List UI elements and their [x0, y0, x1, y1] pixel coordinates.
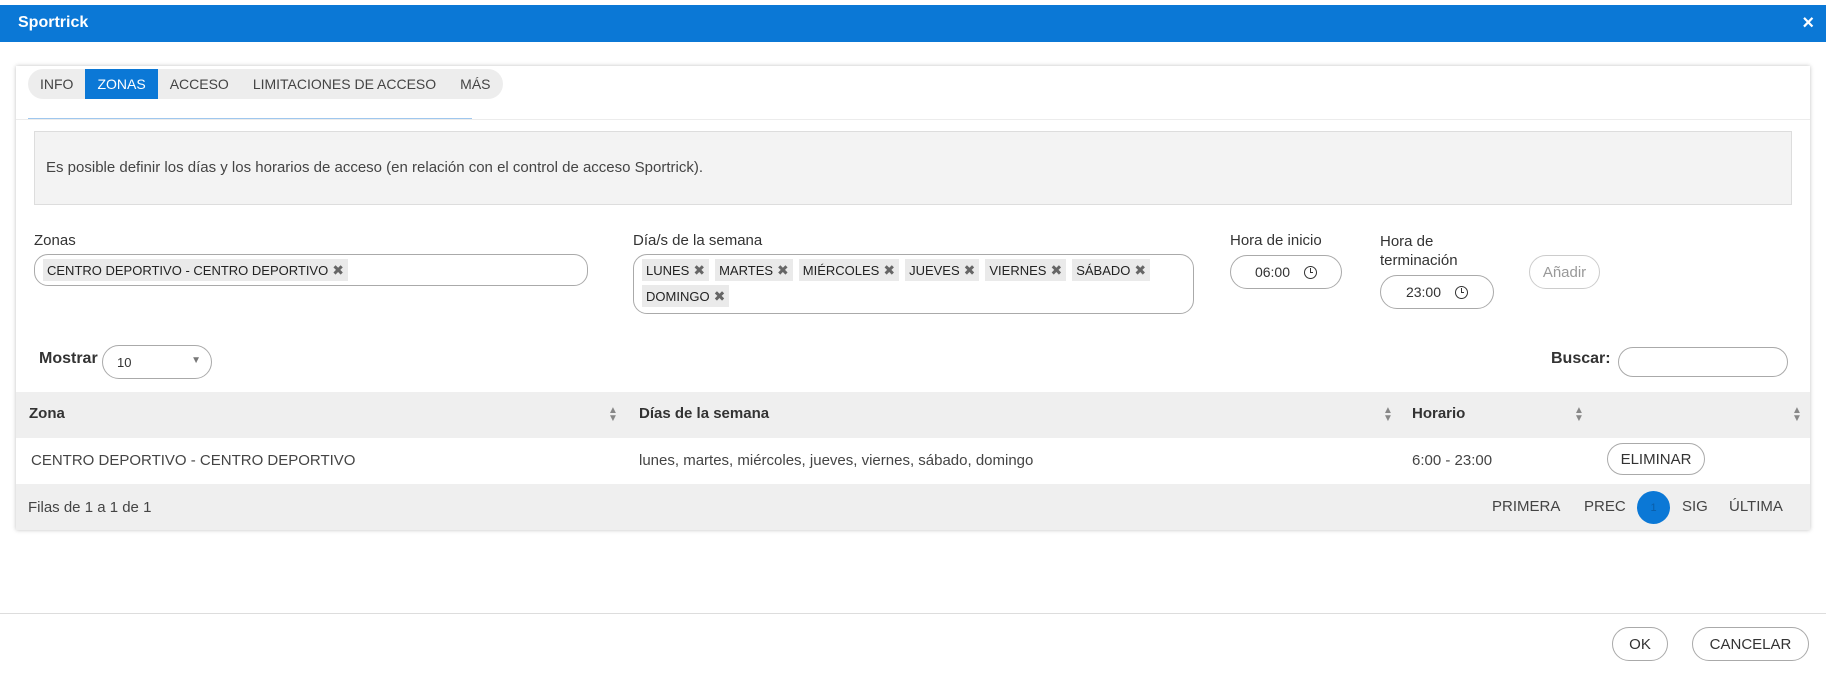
dropdown-arrow-icon: ▼	[191, 355, 201, 366]
search-input[interactable]	[1618, 347, 1788, 377]
ok-button[interactable]: OK	[1612, 627, 1668, 661]
zones-panel: INFO ZONAS ACCESO LIMITACIONES DE ACCESO…	[16, 66, 1810, 530]
hora-fin-value: 23:00	[1405, 284, 1442, 300]
table-header: Zona ▲ ▼ Días de la semana ▲ ▼ Horario ▲ ▼ …	[16, 392, 1810, 438]
clock-icon[interactable]	[1455, 285, 1469, 299]
pagination-next[interactable]: SIG	[1682, 498, 1708, 515]
cell-dias: lunes, martes, miércoles, jueves, vierne…	[639, 452, 1034, 469]
tab-divider	[16, 119, 1810, 120]
tab-bar: INFO ZONAS ACCESO LIMITACIONES DE ACCESO…	[28, 69, 503, 99]
footer-divider	[0, 613, 1826, 614]
table-footer: Filas de 1 a 1 de 1 PRIMERA PREC 1 SIG Ú…	[16, 484, 1810, 530]
info-message: Es posible definir los días y los horari…	[34, 131, 1792, 205]
pagination-last[interactable]: ÚLTIMA	[1729, 498, 1783, 515]
table-row: CENTRO DEPORTIVO - CENTRO DEPORTIVO lune…	[16, 438, 1810, 484]
cell-zona: CENTRO DEPORTIVO - CENTRO DEPORTIVO	[31, 452, 356, 469]
dia-chip-label: LUNES	[646, 262, 690, 278]
delete-button[interactable]: ELIMINAR	[1607, 443, 1705, 475]
dia-chip-label: MIÉRCOLES	[802, 262, 880, 278]
hora-inicio-label: Hora de inicio	[1230, 232, 1322, 249]
pagination-prev[interactable]: PREC	[1584, 498, 1626, 515]
dia-chip: MARTES ✖	[715, 259, 793, 281]
zonas-label: Zonas	[34, 232, 76, 249]
sort-icon[interactable]: ▲ ▼	[608, 406, 618, 424]
pagination-current[interactable]: 1	[1637, 491, 1670, 524]
remove-chip-icon[interactable]: ✖	[332, 262, 344, 279]
dia-chip: MIÉRCOLES ✖	[798, 259, 900, 281]
dia-chip-label: MARTES	[719, 262, 774, 278]
remove-chip-icon[interactable]: ✖	[714, 288, 726, 305]
hora-fin-label-line1: Hora de	[1380, 233, 1434, 250]
hora-inicio-input[interactable]: 06:00	[1230, 255, 1342, 289]
tab-underline	[28, 118, 472, 119]
dialog-titlebar: Sportrick ×	[0, 5, 1826, 42]
hora-fin-label: Hora de terminación	[1380, 232, 1458, 270]
tab-acceso[interactable]: ACCESO	[158, 69, 241, 99]
th-dias[interactable]: Días de la semana	[639, 405, 769, 422]
dia-chip-label: DOMINGO	[646, 288, 710, 304]
dias-label: Día/s de la semana	[633, 232, 763, 249]
zona-chip-label: CENTRO DEPORTIVO - CENTRO DEPORTIVO	[47, 262, 329, 278]
remove-chip-icon[interactable]: ✖	[777, 262, 789, 279]
cell-horario: 6:00 - 23:00	[1412, 452, 1493, 469]
hora-fin-label-line2: terminación	[1380, 252, 1458, 269]
dialog-title: Sportrick	[18, 14, 89, 31]
dia-chip: JUEVES ✖	[905, 259, 980, 281]
hora-inicio-value: 06:00	[1254, 264, 1291, 280]
tab-zonas[interactable]: ZONAS	[85, 69, 158, 99]
remove-chip-icon[interactable]: ✖	[693, 262, 705, 279]
rows-info: Filas de 1 a 1 de 1	[28, 499, 152, 516]
pagination-first[interactable]: PRIMERA	[1492, 498, 1560, 515]
add-button[interactable]: Añadir	[1529, 255, 1600, 289]
tab-info[interactable]: INFO	[28, 69, 85, 99]
close-icon[interactable]: ×	[1802, 13, 1814, 33]
mostrar-label: Mostrar	[39, 350, 98, 367]
tab-mas[interactable]: MÁS	[448, 69, 502, 99]
remove-chip-icon[interactable]: ✖	[883, 262, 895, 279]
remove-chip-icon[interactable]: ✖	[964, 262, 976, 279]
dia-chip-label: JUEVES	[909, 262, 960, 278]
remove-chip-icon[interactable]: ✖	[1050, 262, 1062, 279]
zonas-select[interactable]: CENTRO DEPORTIVO - CENTRO DEPORTIVO ✖	[34, 254, 588, 286]
page-length-select[interactable]: 10 ▼	[102, 345, 212, 379]
tab-limitaciones[interactable]: LIMITACIONES DE ACCESO	[241, 69, 448, 99]
th-zona[interactable]: Zona	[29, 405, 65, 422]
zona-chip: CENTRO DEPORTIVO - CENTRO DEPORTIVO ✖	[43, 259, 348, 281]
sort-icon[interactable]: ▲ ▼	[1383, 406, 1393, 424]
clock-icon[interactable]	[1304, 265, 1318, 279]
dia-chip-label: SÁBADO	[1076, 262, 1131, 278]
dia-chip-label: VIERNES	[989, 262, 1047, 278]
dias-select[interactable]: LUNES ✖ MARTES ✖ MIÉRCOLES ✖ JUEVES ✖ VIERNE…	[633, 254, 1194, 314]
dia-chip: SÁBADO ✖	[1072, 259, 1151, 281]
dia-chip: VIERNES ✖	[985, 259, 1067, 281]
dia-chip: DOMINGO ✖	[642, 285, 730, 307]
dia-chip: LUNES ✖	[642, 259, 710, 281]
cancel-button[interactable]: CANCELAR	[1692, 627, 1809, 661]
hora-fin-input[interactable]: 23:00	[1380, 275, 1494, 309]
sort-icon[interactable]: ▲ ▼	[1574, 406, 1584, 424]
page-length-value: 10	[117, 355, 132, 370]
remove-chip-icon[interactable]: ✖	[1134, 262, 1146, 279]
buscar-label: Buscar:	[1551, 350, 1611, 367]
sort-icon[interactable]: ▲ ▼	[1792, 406, 1802, 424]
th-horario[interactable]: Horario	[1412, 405, 1465, 422]
